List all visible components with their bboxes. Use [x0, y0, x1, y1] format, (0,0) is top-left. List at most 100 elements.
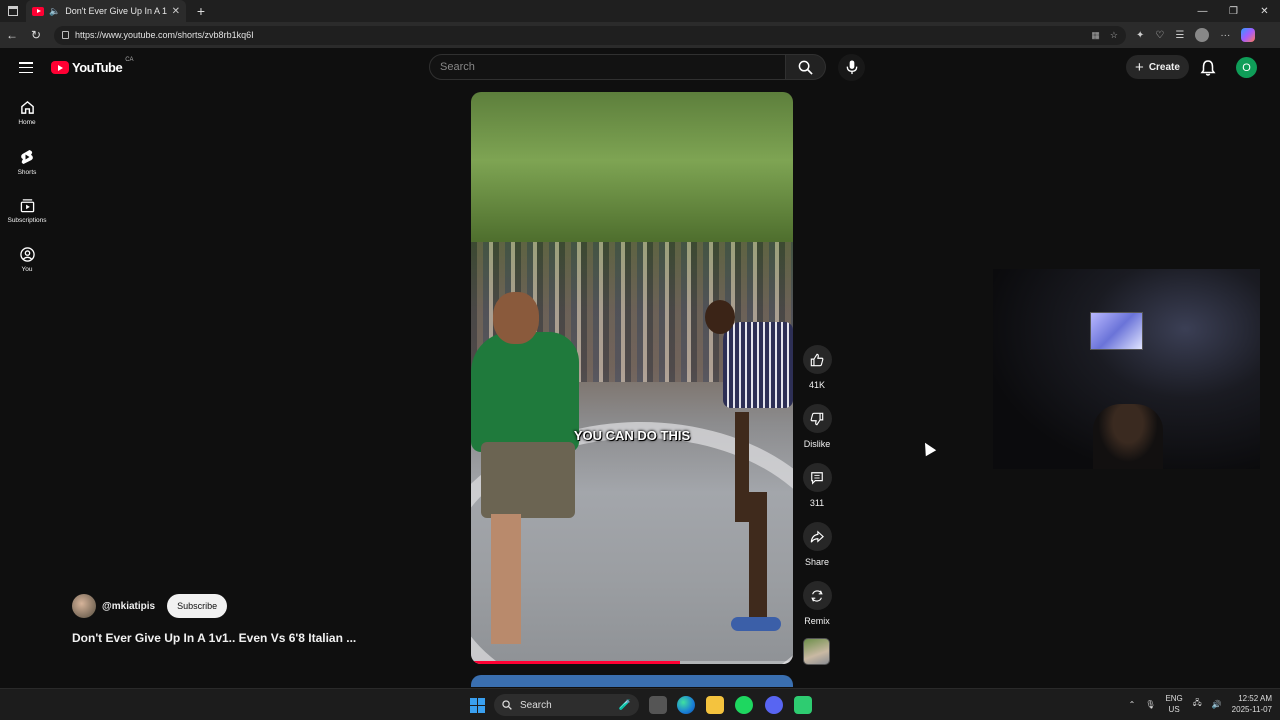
mouse-cursor-icon	[919, 439, 937, 457]
dislike-button[interactable]: Dislike	[799, 404, 835, 463]
close-window-icon[interactable]: ✕	[1249, 6, 1280, 17]
speaker-icon[interactable]: 🔈	[49, 6, 60, 17]
channel-info: @mkiatipis Subscribe	[72, 594, 228, 618]
file-explorer-icon[interactable]	[706, 696, 724, 714]
logo-text: YouTube	[72, 60, 123, 75]
video-progress-bar[interactable]	[471, 661, 793, 664]
share-button[interactable]: Share	[799, 522, 835, 581]
comment-icon	[811, 471, 823, 485]
create-button[interactable]: + Create	[1126, 55, 1189, 79]
tab-actions-icon[interactable]	[0, 0, 26, 22]
video-progress-fill	[471, 661, 681, 664]
like-count: 41K	[808, 380, 825, 390]
search-highlight-icon: 🧪	[618, 699, 631, 711]
clock-date: 2025-11-07	[1231, 705, 1272, 714]
windows-taskbar: Search 🧪 ⌃ 🎙 ENG US 🖧 🔊 12:52 AM 2025-11…	[0, 688, 1280, 720]
favorite-star-icon[interactable]: ☆	[1110, 30, 1118, 41]
shorts-video-player[interactable]: YOU CAN DO THIS	[471, 92, 793, 664]
more-options-icon[interactable]: ···	[1220, 30, 1230, 41]
lang-line2: US	[1168, 705, 1180, 714]
guide-item-shorts[interactable]: Shorts	[0, 145, 54, 194]
minimize-icon[interactable]: —	[1187, 6, 1218, 17]
comment-count: 311	[809, 498, 825, 508]
remix-button[interactable]: Remix	[799, 581, 835, 640]
url-text: https://www.youtube.com/shorts/zvb8rb1kq…	[75, 30, 254, 40]
url-field[interactable]: https://www.youtube.com/shorts/zvb8rb1kq…	[54, 25, 1126, 45]
video-frame-player-green	[471, 292, 581, 644]
subscribe-button[interactable]: Subscribe	[167, 594, 228, 618]
restore-icon[interactable]: ❐	[1218, 6, 1249, 17]
voice-search-button[interactable]	[838, 54, 865, 81]
video-frame-player-striped	[701, 292, 793, 632]
youtube-header: YouTube CA + Create O	[0, 48, 1280, 88]
like-button[interactable]: 41K	[799, 345, 835, 404]
guide-label-home: Home	[18, 119, 36, 126]
create-label: Create	[1148, 61, 1180, 73]
thumbs-up-icon	[810, 353, 824, 366]
guide-item-subscriptions[interactable]: Subscriptions	[0, 194, 54, 243]
guide-item-you[interactable]: You	[0, 243, 54, 292]
network-icon[interactable]: 🖧	[1193, 697, 1202, 711]
short-title[interactable]: Don't Ever Give Up In A 1v1.. Even Vs 6'…	[72, 631, 356, 645]
microphone-icon	[846, 60, 857, 75]
new-tab-button[interactable]: +	[190, 3, 212, 19]
notifications-bell-icon[interactable]	[1199, 59, 1217, 77]
lock-icon	[62, 31, 69, 39]
youtube-play-logo-icon	[51, 61, 69, 74]
address-bar-row: ← ↻ https://www.youtube.com/shorts/zvb8r…	[0, 22, 1280, 48]
browser-tab-active[interactable]: 🔈 Don't Ever Give Up In A 1v1.. ✕	[26, 0, 186, 22]
home-icon	[20, 100, 34, 114]
tray-overflow-icon[interactable]: ⌃	[1129, 700, 1136, 709]
comments-button[interactable]: 311	[799, 463, 835, 522]
share-arrow-icon	[810, 529, 824, 543]
taskbar-search-icon	[502, 700, 512, 710]
webcam-overlay	[993, 269, 1260, 469]
thumbs-down-icon	[810, 412, 824, 425]
guide-label-subscriptions: Subscriptions	[7, 217, 47, 224]
extensions-icon[interactable]: ✦	[1136, 30, 1144, 41]
volume-icon[interactable]: 🔊	[1212, 700, 1222, 709]
browser-tab-bar: 🔈 Don't Ever Give Up In A 1v1.. ✕ + — ❐ …	[0, 0, 1280, 22]
close-tab-icon[interactable]: ✕	[172, 6, 180, 17]
youtube-favicon-icon	[32, 6, 44, 16]
webcam-person-silhouette	[1093, 404, 1163, 469]
remix-icon	[811, 589, 823, 602]
task-view-icon[interactable]	[649, 696, 667, 714]
youtube-logo[interactable]: YouTube CA	[51, 57, 134, 75]
guide-label-you: You	[21, 266, 33, 273]
back-icon[interactable]: ←	[0, 28, 24, 42]
guide-item-home[interactable]: Home	[0, 96, 54, 145]
shorts-icon	[21, 150, 33, 164]
clock-time: 12:52 AM	[1238, 694, 1272, 703]
search-box	[429, 54, 786, 80]
language-indicator[interactable]: ENG US	[1165, 693, 1182, 715]
taskbar-search[interactable]: Search 🧪	[494, 694, 639, 716]
channel-handle[interactable]: @mkiatipis	[102, 601, 155, 612]
share-label: Share	[804, 557, 830, 567]
search-input[interactable]	[440, 61, 785, 73]
profile-icon[interactable]	[1195, 28, 1210, 42]
collections-icon[interactable]: ☰	[1175, 30, 1184, 41]
spotify-icon[interactable]	[735, 696, 753, 714]
tray-microphone-icon[interactable]: 🎙	[1145, 700, 1155, 709]
next-short-preview[interactable]	[471, 675, 793, 687]
channel-avatar[interactable]	[72, 594, 96, 618]
account-avatar[interactable]: O	[1236, 57, 1257, 78]
refresh-icon[interactable]: ↻	[24, 28, 48, 42]
app-available-icon[interactable]: ▦	[1091, 30, 1100, 41]
windows-start-icon[interactable]	[470, 698, 485, 713]
browser-essentials-icon[interactable]: ♡	[1155, 30, 1164, 41]
audio-track-thumbnail[interactable]	[803, 638, 830, 665]
discord-icon[interactable]	[765, 696, 783, 714]
plus-icon: +	[1135, 58, 1144, 76]
tab-title: Don't Ever Give Up In A 1v1..	[65, 6, 167, 16]
webcam-tv-screen	[1090, 312, 1143, 350]
copilot-icon[interactable]	[1241, 28, 1256, 42]
system-tray: ⌃ 🎙 ENG US 🖧 🔊 12:52 AM 2025-11-07	[1129, 693, 1272, 715]
edge-browser-icon[interactable]	[677, 696, 695, 714]
guide-label-shorts: Shorts	[17, 169, 37, 176]
taskbar-clock[interactable]: 12:52 AM 2025-11-07	[1232, 693, 1272, 715]
app-green-icon[interactable]	[794, 696, 812, 714]
search-button[interactable]	[786, 54, 826, 80]
menu-icon[interactable]	[19, 62, 33, 73]
